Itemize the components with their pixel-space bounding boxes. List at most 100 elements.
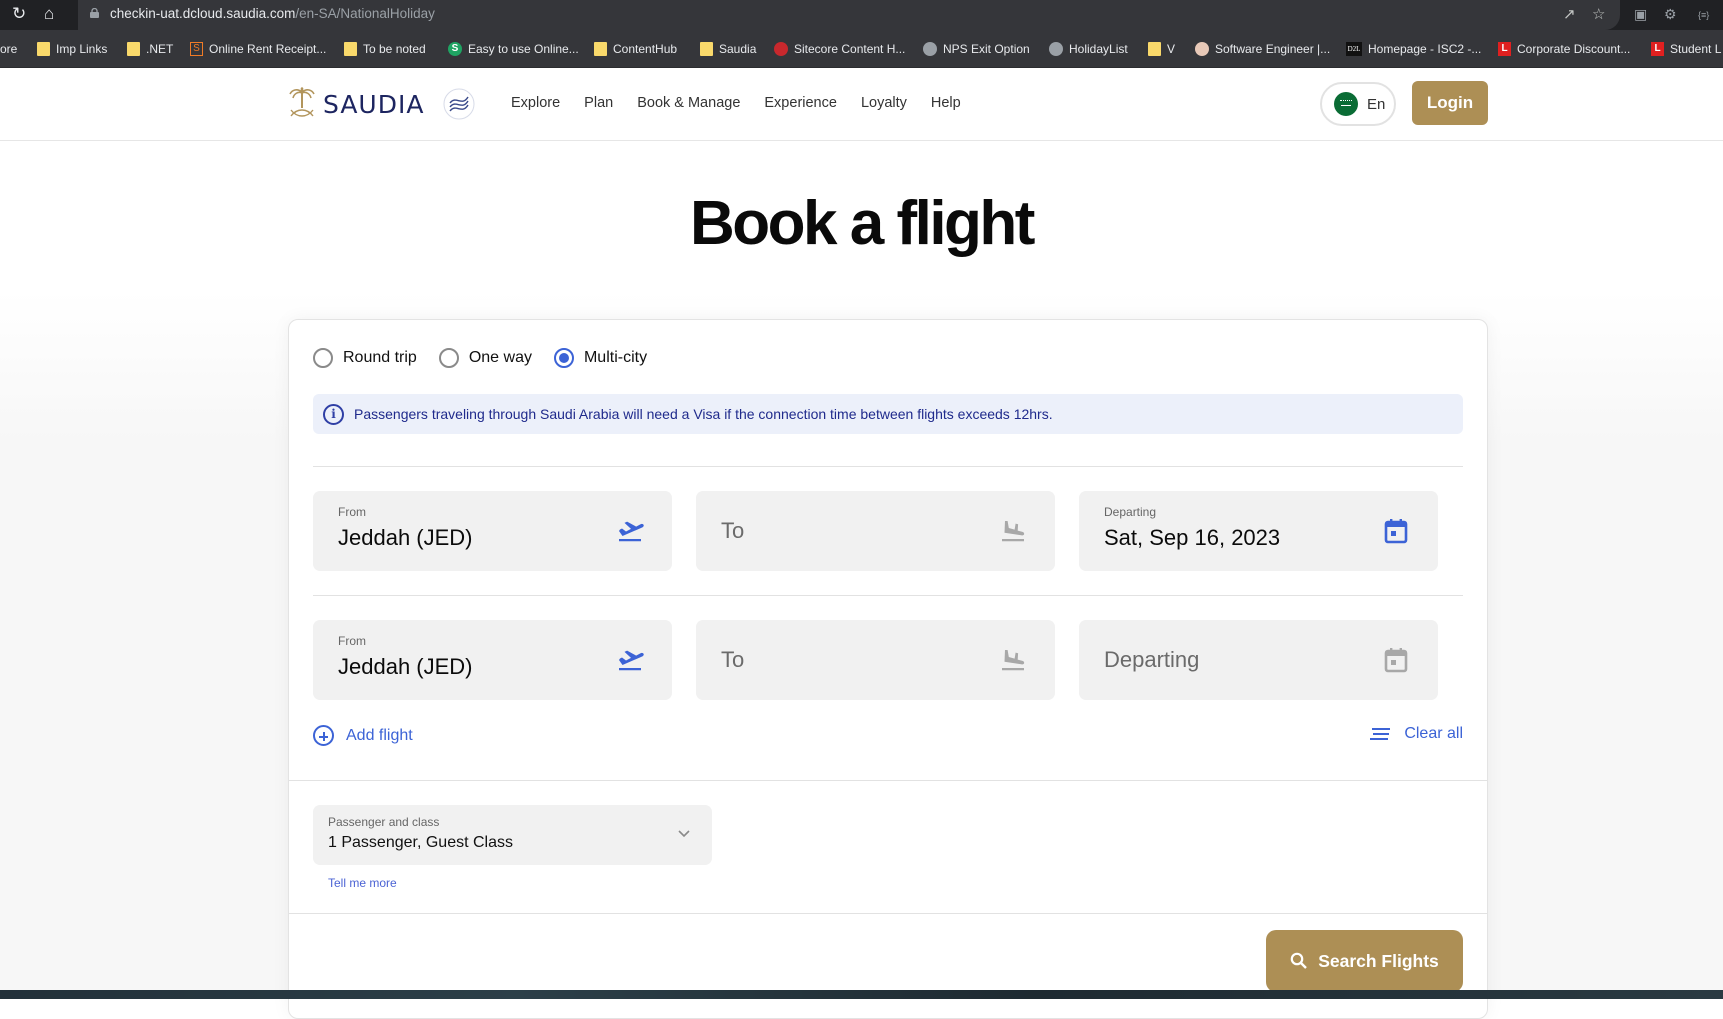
bookmark-item[interactable]: D2L Homepage - ISC2 -... [1346,41,1481,57]
field-label: From [338,634,366,648]
bookmark-item[interactable]: S Online Rent Receipt... [190,41,326,57]
field-value: Jeddah (JED) [338,525,473,550]
bookmark-item[interactable]: ContentHub [594,41,677,57]
folder-icon [127,42,140,56]
reload-icon[interactable]: ↻ [12,4,26,24]
bookmark-label: Sitecore Content H... [794,42,906,56]
bookmark-item[interactable]: Imp Links [37,41,107,57]
url-host: checkin-uat.dcloud.saudia.com [110,6,296,21]
address-bar[interactable]: checkin-uat.dcloud.saudia.com/en-SA/Nati… [78,0,1620,30]
flight-2-to-field[interactable]: To [696,620,1055,700]
home-icon[interactable]: ⌂ [44,4,54,24]
globe-icon [923,42,937,56]
add-flight-label: Add flight [346,726,413,744]
sitecore-icon [774,42,788,56]
bookmark-item[interactable]: Saudia [700,41,756,57]
login-button[interactable]: Login [1412,81,1488,125]
language-label: En [1367,95,1386,113]
visa-info-banner: i Passengers traveling through Saudi Ara… [313,394,1463,434]
bookmark-label: Online Rent Receipt... [209,42,327,56]
radio-unchecked-icon [313,348,333,368]
l-logo-icon: L [1498,42,1511,56]
divider [289,780,1487,781]
bookmark-item[interactable]: S Easy to use Online... [448,41,579,57]
main-nav: Explore Plan Book & Manage Experience Lo… [511,95,961,111]
bookmark-label: Software Engineer |... [1215,42,1331,56]
nav-explore[interactable]: Explore [511,95,560,111]
bookmarks-bar: ore Imp Links .NET S Online Rent Receipt.… [0,30,1723,68]
clear-all-button[interactable]: Clear all [1370,725,1463,743]
divider [289,913,1487,914]
booking-card: Round trip One way Multi-city i Passenge… [288,319,1488,1019]
bookmark-label: Corporate Discount... [1517,42,1631,56]
nav-help[interactable]: Help [931,95,961,111]
trip-type-one-way[interactable]: One way [438,348,532,368]
flight-2-from-field[interactable]: From Jeddah (JED) [313,620,672,700]
bookmark-item[interactable]: NPS Exit Option [923,41,1030,57]
search-flights-button[interactable]: Search Flights [1266,930,1463,992]
bookmark-item[interactable]: V [1148,41,1175,57]
bookmark-label: Imp Links [56,42,108,56]
flight-2-departing-field[interactable]: Departing [1079,620,1438,700]
saudia-logo[interactable]: SAUDIA [287,82,476,126]
bookmark-item[interactable]: Sitecore Content H... [774,41,905,57]
language-selector[interactable]: En [1320,82,1396,126]
flight-1-departing-field[interactable]: Departing Sat, Sep 16, 2023 [1079,491,1438,571]
bookmark-label: Homepage - ISC2 -... [1368,42,1482,56]
field-placeholder: To [721,647,745,672]
folder-icon [594,42,607,56]
browser-toolbar: ↻ ⌂ checkin-uat.dcloud.saudia.com/en-SA/… [0,0,1723,30]
nav-experience[interactable]: Experience [764,95,837,111]
page-title: Book a flight [690,189,1035,258]
field-value: Sat, Sep 16, 2023 [1104,525,1281,550]
bookmark-item[interactable]: L Corporate Discount... [1498,41,1630,57]
bookmark-item[interactable]: To be noted [344,41,426,57]
skyteam-logo-icon [443,88,475,120]
calendar-icon [1384,648,1408,673]
folder-icon [37,42,50,56]
bookmark-item[interactable]: Software Engineer |... [1195,41,1330,57]
nav-loyalty[interactable]: Loyalty [861,95,907,111]
nav-book-manage[interactable]: Book & Manage [637,95,740,111]
field-placeholder: Departing [1104,647,1200,672]
d2l-icon: D2L [1346,42,1362,56]
tell-me-more-link[interactable]: Tell me more [328,876,397,890]
flight-1-from-field[interactable]: From Jeddah (JED) [313,491,672,571]
folder-icon [344,42,357,56]
bookmark-star-icon[interactable]: ☆ [1592,5,1605,23]
trip-type-round-trip[interactable]: Round trip [313,348,417,368]
clear-lines-icon [1370,728,1391,740]
trip-type-multi-city[interactable]: Multi-city [553,348,647,368]
settings-extension-icon[interactable]: ⚙ [1664,6,1677,23]
folder-icon [1148,42,1161,56]
camera-extension-icon[interactable]: ▣ [1634,6,1647,23]
avatar-icon [1195,42,1209,56]
field-label: Passenger and class [328,815,440,829]
bookmark-item[interactable]: HolidayList [1049,41,1128,57]
bookmark-item[interactable]: L Student L [1651,41,1721,57]
json-extension-icon[interactable]: {≡} [1698,10,1709,20]
takeoff-icon [619,521,644,542]
bookmark-item[interactable]: .NET [127,41,173,57]
add-flight-button[interactable]: Add flight [313,725,413,746]
radio-unchecked-icon [438,348,459,368]
info-icon: i [323,403,344,425]
nav-plan[interactable]: Plan [584,95,613,111]
divider [313,595,1463,596]
divider [313,466,1463,467]
url-text[interactable]: checkin-uat.dcloud.saudia.com/en-SA/Nati… [110,6,435,21]
flight-1-to-field[interactable]: To [696,491,1055,571]
share-icon[interactable]: ↗ [1563,5,1576,23]
bookmark-label: ore [0,42,18,56]
takeoff-icon [619,650,644,671]
radio-label: Round trip [343,349,417,366]
search-icon [1290,952,1308,969]
clear-all-label: Clear all [1404,725,1463,742]
passenger-class-select[interactable]: Passenger and class 1 Passenger, Guest C… [313,805,712,865]
rent-receipt-icon: S [190,42,203,56]
bookmark-item[interactable]: ore [0,41,17,57]
trip-type-group: Round trip One way Multi-city [313,348,647,368]
field-placeholder: To [721,518,745,543]
globe-icon [1049,42,1063,56]
radio-checked-icon [553,348,574,368]
